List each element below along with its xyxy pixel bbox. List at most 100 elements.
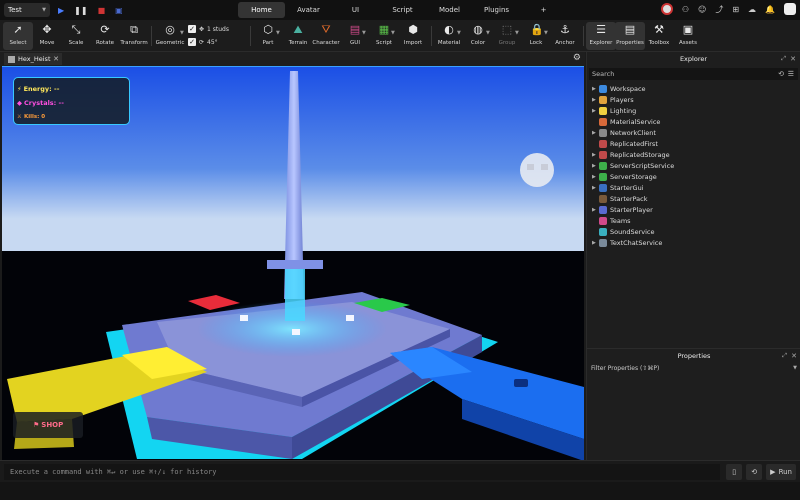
chevron-right-icon[interactable]: ▶ bbox=[592, 97, 596, 103]
explorer-item-replicatedstorage[interactable]: ▶ ReplicatedStorage bbox=[587, 149, 800, 160]
gui-tool[interactable]: ▤ GUI bbox=[340, 22, 370, 50]
search-input[interactable]: Search bbox=[592, 70, 614, 78]
undock-icon[interactable]: ⤢ bbox=[781, 52, 786, 66]
chevron-right-icon[interactable]: ▶ bbox=[592, 240, 596, 246]
snap-move[interactable]: ✓ ✥ 1 studs bbox=[188, 25, 229, 33]
chevron-right-icon[interactable]: ▶ bbox=[592, 130, 596, 136]
explorer-item-serverstorage[interactable]: ▶ ServerStorage bbox=[587, 171, 800, 182]
explorer-item-starterpack[interactable]: StarterPack bbox=[587, 193, 800, 204]
tab-add[interactable]: + bbox=[520, 2, 567, 18]
tab-home[interactable]: Home bbox=[238, 2, 285, 18]
scale-tool[interactable]: ⤡ Scale bbox=[61, 22, 91, 50]
anchor-tool[interactable]: ⚓ Anchor bbox=[550, 22, 580, 50]
explorer-item-startergui[interactable]: ▶ StarterGui bbox=[587, 182, 800, 193]
tab-script[interactable]: Script bbox=[379, 2, 426, 18]
chevron-down-icon[interactable]: ▼ bbox=[544, 30, 548, 36]
move-tool[interactable]: ✥ Move bbox=[32, 22, 62, 50]
tab-ui[interactable]: UI bbox=[332, 2, 379, 18]
explorer-item-soundservice[interactable]: SoundService bbox=[587, 226, 800, 237]
chevron-down-icon[interactable]: ▼ bbox=[391, 30, 395, 36]
grid-icon[interactable]: ⊞ bbox=[732, 5, 739, 14]
pause-icon[interactable]: ❚❚ bbox=[74, 6, 87, 15]
bookmark-icon[interactable]: ▯ bbox=[726, 464, 743, 480]
tab-plugins[interactable]: Plugins bbox=[473, 2, 520, 18]
play-icon[interactable]: ▶ bbox=[58, 6, 64, 15]
run-button[interactable]: ▶ Run bbox=[766, 464, 796, 480]
snap-rotate-value[interactable]: 45° bbox=[207, 39, 218, 46]
close-icon[interactable]: ✕ bbox=[791, 349, 797, 363]
terrain-tool[interactable]: ⛰ Terrain bbox=[283, 22, 313, 50]
close-icon[interactable]: ✕ bbox=[790, 52, 796, 66]
chevron-down-icon[interactable]: ▼ bbox=[180, 30, 184, 36]
explorer-item-workspace[interactable]: ▶ Workspace bbox=[587, 83, 800, 94]
chevron-right-icon[interactable]: ▶ bbox=[592, 86, 596, 92]
properties-filter[interactable]: Filter Properties (⇧⌘P) ▼ bbox=[587, 363, 800, 373]
chevron-down-icon[interactable]: ▼ bbox=[457, 30, 461, 36]
lock-tool[interactable]: 🔒 Lock bbox=[521, 22, 551, 50]
explorer-item-lighting[interactable]: ▶ Lighting bbox=[587, 105, 800, 116]
checkbox-icon[interactable]: ✓ bbox=[188, 38, 196, 46]
undock-icon[interactable]: ⤢ bbox=[782, 349, 787, 363]
snap-move-value[interactable]: 1 studs bbox=[207, 26, 229, 33]
viewport-3d[interactable]: ⚡ Energy: -- ◆ Crystals: -- ⚔ Kills: 0 ⚑… bbox=[2, 66, 584, 460]
close-icon[interactable]: ✕ bbox=[53, 55, 59, 63]
color-tool[interactable]: ◍ Color bbox=[463, 22, 493, 50]
chevron-down-icon[interactable]: ▼ bbox=[276, 30, 280, 36]
script-tool[interactable]: ▦ Script bbox=[369, 22, 399, 50]
explorer-item-starterplayer[interactable]: ▶ StarterPlayer bbox=[587, 204, 800, 215]
server-icon[interactable]: ▣ bbox=[115, 6, 123, 15]
gear-icon[interactable]: ⚙ bbox=[573, 53, 581, 63]
avatar[interactable] bbox=[784, 3, 796, 15]
explorer-search[interactable]: Search ⟲ ☰ bbox=[589, 68, 798, 80]
chevron-down-icon[interactable]: ▼ bbox=[362, 30, 366, 36]
assets-toggle[interactable]: ▣ Assets bbox=[673, 22, 703, 50]
history-icon[interactable]: ⟲ bbox=[746, 464, 763, 480]
toolbox-toggle[interactable]: ⚒ Toolbox bbox=[644, 22, 674, 50]
record-icon[interactable] bbox=[660, 3, 673, 15]
menu-icon[interactable]: ☰ bbox=[788, 70, 794, 78]
explorer-item-replicatedfirst[interactable]: ReplicatedFirst bbox=[587, 138, 800, 149]
explorer-item-teams[interactable]: Teams bbox=[587, 215, 800, 226]
doc-tab-place[interactable]: Hex_Heist ✕ bbox=[4, 53, 62, 65]
properties-toggle[interactable]: ▤ Properties bbox=[615, 22, 645, 50]
chevron-down-icon[interactable]: ▼ bbox=[486, 30, 490, 36]
chevron-down-icon[interactable]: ▼ bbox=[515, 30, 519, 36]
chevron-right-icon[interactable]: ▶ bbox=[592, 185, 596, 191]
import-tool[interactable]: ⬢ Import bbox=[398, 22, 428, 50]
share-icon[interactable]: ⤴ bbox=[715, 4, 723, 15]
history-icon[interactable]: ⟲ bbox=[778, 70, 784, 78]
explorer-item-networkclient[interactable]: ▶ NetworkClient bbox=[587, 127, 800, 138]
character-tool[interactable]: ⛛ Character bbox=[311, 22, 341, 50]
explorer-item-textchatservice[interactable]: ▶ TextChatService bbox=[587, 237, 800, 248]
checkbox-icon[interactable]: ✓ bbox=[188, 25, 196, 33]
stop-icon[interactable]: ■ bbox=[98, 6, 106, 15]
command-input[interactable]: Execute a command with ⌘↵ or use ⌘↑/↓ fo… bbox=[4, 464, 720, 480]
team-icon[interactable]: ☺ bbox=[698, 5, 706, 14]
chevron-right-icon[interactable]: ▶ bbox=[592, 174, 596, 180]
chevron-right-icon[interactable]: ▶ bbox=[592, 163, 596, 169]
group-tool[interactable]: ⬚ Group bbox=[492, 22, 522, 50]
chevron-right-icon[interactable]: ▶ bbox=[592, 108, 596, 114]
part-tool[interactable]: ⬡ Part bbox=[253, 22, 283, 50]
shop-button[interactable]: ⚑ SHOP bbox=[13, 412, 83, 438]
transform-tool[interactable]: ⧉ Transform bbox=[119, 22, 149, 50]
chevron-right-icon[interactable]: ▶ bbox=[592, 152, 596, 158]
bell-icon[interactable]: 🔔 bbox=[765, 5, 775, 14]
geometric-dropdown[interactable]: ◎ Geometric bbox=[155, 22, 185, 50]
select-tool[interactable]: ➚ Select bbox=[3, 22, 33, 50]
explorer-item-materialservice[interactable]: MaterialService bbox=[587, 116, 800, 127]
explorer-item-players[interactable]: ▶ Players bbox=[587, 94, 800, 105]
material-tool[interactable]: ◐ Material bbox=[434, 22, 464, 50]
filter-input[interactable]: Filter Properties (⇧⌘P) bbox=[591, 365, 659, 372]
rotate-tool[interactable]: ⟳ Rotate bbox=[90, 22, 120, 50]
chevron-right-icon[interactable]: ▶ bbox=[592, 207, 596, 213]
tab-model[interactable]: Model bbox=[426, 2, 473, 18]
project-select[interactable]: Test ▼ bbox=[4, 3, 50, 17]
snap-rotate[interactable]: ✓ ⟳ 45° bbox=[188, 38, 218, 46]
tab-avatar[interactable]: Avatar bbox=[285, 2, 332, 18]
collaborators-icon[interactable]: ⚇ bbox=[682, 5, 689, 14]
explorer-item-serverscriptservice[interactable]: ▶ ServerScriptService bbox=[587, 160, 800, 171]
explorer-toggle[interactable]: ☰ Explorer bbox=[586, 22, 616, 50]
cloud-icon[interactable]: ☁ bbox=[748, 5, 756, 14]
chevron-down-icon[interactable]: ▼ bbox=[793, 365, 797, 371]
